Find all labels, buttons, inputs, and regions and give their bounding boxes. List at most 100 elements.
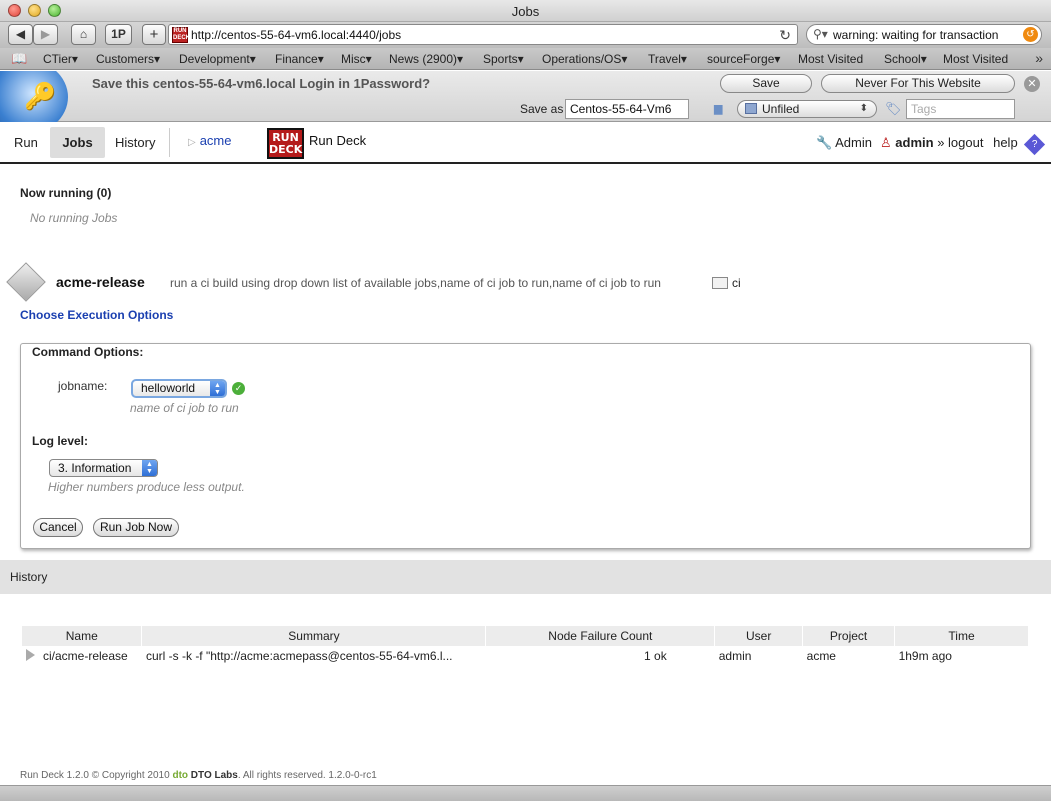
- tags-input[interactable]: [906, 99, 1015, 119]
- log-level-select-value: 3. Information: [58, 461, 132, 475]
- onepassword-button[interactable]: 1P: [105, 24, 132, 45]
- app-nav: Run Jobs History ▷ acme RUN DECK Run Deck …: [0, 123, 1051, 164]
- choose-execution-options-link[interactable]: Choose Execution Options: [20, 308, 173, 322]
- tag-icon: 🏷: [885, 101, 902, 116]
- column-header-summary: Summary: [141, 626, 487, 646]
- admin-link[interactable]: 🔧 Admin: [816, 135, 872, 151]
- search-text: warning: waiting for transaction: [833, 28, 999, 42]
- bookmark-finance[interactable]: Finance▾: [275, 52, 324, 66]
- history-section-header: History: [0, 560, 1051, 594]
- help-icon[interactable]: ?: [1024, 133, 1046, 156]
- column-header-node-failure-count: Node Failure Count: [485, 626, 716, 646]
- onepassword-never-button[interactable]: Never For This Website: [821, 74, 1015, 93]
- onepassword-bar: 🔑 Save this centos-55-64-vm6.local Login…: [0, 71, 1051, 122]
- footer-company[interactable]: DTO Labs: [191, 770, 238, 781]
- table-row[interactable]: ci/acme-release curl -s -k -f "http://ac…: [22, 646, 1029, 666]
- history-cell-summary: curl -s -k -f "http://acme:acmepass@cent…: [145, 649, 453, 663]
- bookmark-misc[interactable]: Misc▾: [341, 52, 372, 66]
- user-icon: ♙: [880, 135, 892, 150]
- forward-arrow-icon: ▶: [40, 27, 51, 41]
- save-as-input[interactable]: [565, 99, 689, 119]
- app-title[interactable]: Run Deck: [309, 133, 366, 148]
- browser-statusbar: [0, 785, 1051, 801]
- cancel-button[interactable]: Cancel: [33, 518, 83, 537]
- expand-triangle-icon[interactable]: [26, 649, 35, 661]
- job-group[interactable]: ci: [712, 276, 741, 290]
- back-arrow-icon: ◀: [15, 27, 26, 41]
- bookmark-school[interactable]: School▾: [884, 52, 927, 66]
- valid-check-icon: ✓: [232, 382, 245, 395]
- home-icon: ⌂: [79, 27, 88, 41]
- folder-type-icon: [745, 103, 757, 114]
- tab-history[interactable]: History: [105, 127, 165, 158]
- username[interactable]: admin: [895, 135, 933, 150]
- history-name: ci/acme-release: [43, 649, 128, 663]
- project-triangle-icon: ▷: [188, 137, 196, 148]
- column-header-time: Time: [894, 626, 1029, 646]
- bookmarks-book-icon[interactable]: 📖: [11, 51, 27, 67]
- log-level-hint: Higher numbers produce less output.: [48, 480, 245, 494]
- bookmark-news[interactable]: News (2900)▾: [389, 52, 463, 66]
- tab-jobs[interactable]: Jobs: [50, 127, 105, 158]
- history-header-row: Name Summary Node Failure Count User Pro…: [22, 626, 1029, 646]
- window-title: Jobs: [511, 4, 540, 19]
- url-field[interactable]: RUN DECK http://centos-55-64-vm6.local:44…: [168, 24, 798, 45]
- forward-button[interactable]: ▶: [33, 24, 58, 45]
- browser-toolbar: ◀ ▶ ⌂ 1P + RUN DECK http://centos-55-64-v…: [0, 22, 1051, 48]
- log-level-select[interactable]: 3. Information ▲ ▼: [49, 459, 158, 477]
- bookmark-most-visited-2[interactable]: Most Visited: [943, 52, 1008, 66]
- bookmark-sports[interactable]: Sports▾: [483, 52, 524, 66]
- run-job-now-button[interactable]: Run Job Now: [93, 518, 179, 537]
- jobname-hint: name of ci job to run: [130, 401, 239, 415]
- more-bookmarks-chevron-icon[interactable]: »: [1035, 50, 1043, 66]
- bookmark-operations-os[interactable]: Operations/OS▾: [542, 52, 627, 66]
- history-title: History: [10, 570, 48, 584]
- log-level-title: Log level:: [32, 434, 89, 448]
- onepassword-close-icon[interactable]: ✕: [1024, 76, 1040, 92]
- url-text: http://centos-55-64-vm6.local:4440/jobs: [191, 28, 402, 42]
- select-arrows-icon: ▲ ▼: [142, 460, 157, 476]
- bookmark-travel[interactable]: Travel▾: [648, 52, 687, 66]
- search-progress-icon[interactable]: ↺: [1023, 27, 1038, 42]
- bookmark-most-visited[interactable]: Most Visited: [798, 52, 863, 66]
- folder-select-value: Unfiled: [762, 102, 800, 116]
- footer-copyright: Run Deck 1.2.0 © Copyright 2010: [20, 770, 170, 781]
- bookmark-ctier[interactable]: CTier▾: [43, 52, 78, 66]
- job-description: run a ci build using drop down list of a…: [170, 276, 661, 290]
- wrench-icon: 🔧: [816, 135, 833, 150]
- history-cell-user: admin: [718, 649, 752, 663]
- execution-options-panel: Command Options: jobname: helloworld ▲ ▼ …: [20, 343, 1031, 549]
- bookmark-customers[interactable]: Customers▾: [96, 52, 160, 66]
- project-selector[interactable]: ▷ acme: [188, 133, 232, 148]
- column-header-name: Name: [22, 626, 143, 646]
- back-button[interactable]: ◀: [8, 24, 33, 45]
- search-field[interactable]: ⚲▾ warning: waiting for transaction ↺: [806, 24, 1042, 45]
- dto-logo-icon: dto: [172, 770, 191, 781]
- save-as-label: Save as: [520, 102, 564, 116]
- column-header-user: User: [714, 626, 804, 646]
- folder-select[interactable]: Unfiled ⬍: [737, 100, 877, 118]
- rundeck-logo[interactable]: RUN DECK: [267, 128, 304, 159]
- tab-run[interactable]: Run: [4, 127, 48, 158]
- jobname-select-value: helloworld: [141, 381, 196, 395]
- rundeck-favicon-icon: RUN DECK: [172, 27, 191, 43]
- select-arrows-icon: ⬍: [859, 103, 868, 114]
- help-link[interactable]: help: [993, 135, 1018, 150]
- job-name: acme-release: [56, 274, 145, 290]
- bookmarks-bar: 📖 CTier▾ Customers▾ Development▾ Finance…: [0, 48, 1051, 70]
- history-table: Name Summary Node Failure Count User Pro…: [22, 626, 1029, 666]
- onepassword-save-button[interactable]: Save: [720, 74, 812, 93]
- history-cell-node-failure: 1 ok: [644, 649, 667, 663]
- home-button[interactable]: ⌂: [71, 24, 96, 45]
- job-group-label: ci: [732, 276, 741, 290]
- now-running-title: Now running (0): [20, 186, 112, 200]
- jobname-select[interactable]: helloworld ▲ ▼: [131, 379, 227, 398]
- history-cell-name[interactable]: ci/acme-release: [22, 646, 142, 666]
- reload-icon[interactable]: ↻: [779, 27, 791, 44]
- add-bookmark-button[interactable]: +: [142, 24, 166, 45]
- logout-link[interactable]: » logout: [937, 135, 983, 150]
- search-icon: ⚲▾: [813, 27, 828, 41]
- bookmark-development[interactable]: Development▾: [179, 52, 256, 66]
- bookmark-sourceforge[interactable]: sourceForge▾: [707, 52, 780, 66]
- folder-icon: ▆: [714, 103, 723, 115]
